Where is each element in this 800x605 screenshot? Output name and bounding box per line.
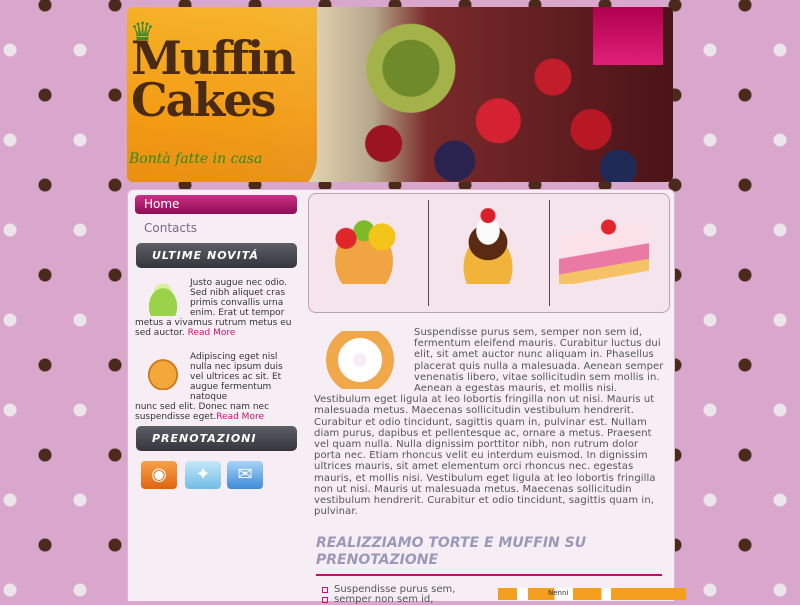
logo-line-2: Cakes (131, 73, 276, 127)
image-gallery (308, 193, 670, 313)
nav-item-home[interactable]: Home (135, 195, 297, 214)
header-ribbon (593, 7, 663, 65)
tagline: Bontà fatte in casa (129, 151, 263, 167)
news-item: Justo augue nec odio. Sed nibh aliquet c… (135, 274, 297, 348)
content-container: Home Contacts ULTIME NOVITÁ Justo augue … (127, 189, 686, 605)
page-wrapper: ♛ Muffin Cakes Bontà fatte in casa Home … (127, 7, 686, 605)
news-heading: ULTIME NOVITÁ (136, 243, 297, 268)
read-more-link[interactable]: Read More (188, 328, 236, 338)
twitter-icon[interactable]: ✦ (185, 461, 221, 489)
news-text-wrapped: Adipiscing eget nisl nulla nec ipsum dui… (190, 352, 283, 402)
social-links: ◉ ✦ ✉ (135, 461, 297, 495)
gallery-divider (549, 200, 550, 306)
news-text: Justo augue nec odio. Sed nibh aliquet c… (135, 278, 293, 338)
site-logo[interactable]: Muffin Cakes (131, 35, 301, 127)
booking-heading: PRENOTAZIONI (136, 426, 297, 451)
nav-item-contacts[interactable]: Contacts (135, 219, 297, 238)
map-image[interactable] (498, 588, 686, 600)
news-text: Adipiscing eget nisl nulla nec ipsum dui… (135, 352, 293, 422)
chocolate-cake-image[interactable] (443, 208, 533, 284)
mail-icon[interactable]: ✉ (227, 461, 263, 489)
news-item: Adipiscing eget nisl nulla nec ipsum dui… (135, 348, 297, 422)
fruit-tart-image[interactable] (319, 208, 409, 284)
list-item: semper non sem id, (320, 595, 500, 605)
news-text-wrapped: Justo augue nec odio. Sed nibh aliquet c… (190, 278, 287, 318)
gallery-divider (428, 200, 429, 306)
read-more-link[interactable]: Read More (216, 412, 264, 422)
map-label: Nenni (548, 589, 569, 597)
donut-image (314, 331, 406, 389)
cake-slice-image[interactable] (559, 208, 649, 284)
section-title: REALIZZIAMO TORTE E MUFFIN SU PRENOTAZIO… (316, 535, 662, 576)
bullet-list: Suspendisse purus sem, semper non sem id… (320, 585, 500, 605)
article: Suspendisse purus sem, semper non sem id… (314, 327, 666, 517)
sidebar: Home Contacts ULTIME NOVITÁ Justo augue … (135, 195, 297, 495)
rss-icon[interactable]: ◉ (141, 461, 177, 489)
header-banner: ♛ Muffin Cakes Bontà fatte in casa (127, 7, 673, 182)
